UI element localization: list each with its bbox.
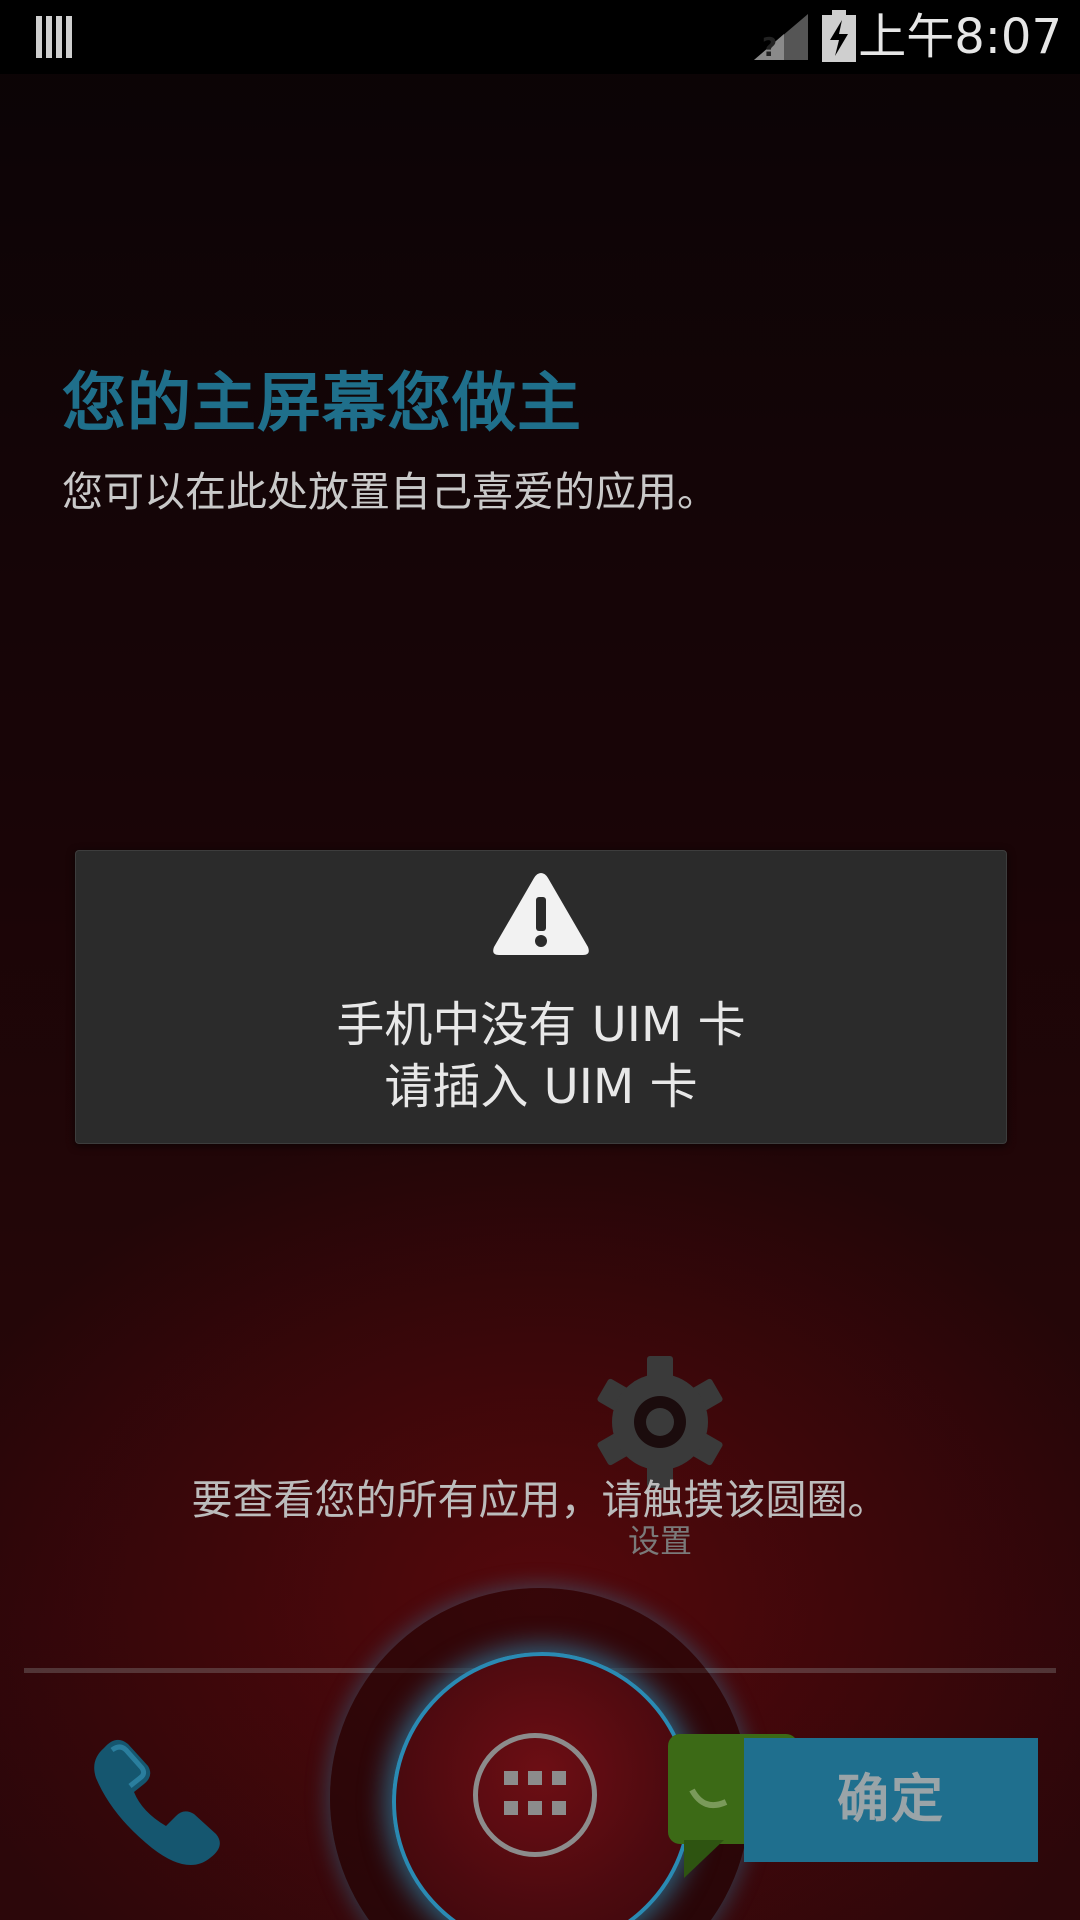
ok-button[interactable]: 确定 xyxy=(744,1738,1038,1862)
battery-charging-icon xyxy=(822,10,856,62)
home-hint-subtitle: 您可以在此处放置自己喜爱的应用。 xyxy=(62,468,718,516)
svg-text:?: ? xyxy=(762,33,777,60)
home-screen: ? 上午8:07 您的主屏幕您做主 您可以在此处放置自己喜爱的应用。 手机中没有… xyxy=(0,0,1080,1920)
storage-bars-icon xyxy=(36,16,72,58)
all-apps-button[interactable] xyxy=(473,1733,597,1857)
settings-label: 设置 xyxy=(627,1522,692,1560)
phone-icon[interactable] xyxy=(82,1726,232,1876)
all-apps-hint: 要查看您的所有应用，请触摸该圆圈。 xyxy=(191,1476,889,1524)
apps-grid-icon xyxy=(504,1771,566,1815)
home-hint-title: 您的主屏幕您做主 xyxy=(62,367,582,441)
status-bar: ? 上午8:07 xyxy=(0,0,1080,74)
status-clock: 上午8:07 xyxy=(858,9,1062,65)
no-sim-signal-icon: ? xyxy=(754,14,808,60)
warning-icon xyxy=(493,873,589,955)
toast-message-line1: 手机中没有 UIM 卡 xyxy=(336,997,746,1053)
no-uim-toast: 手机中没有 UIM 卡 请插入 UIM 卡 xyxy=(75,850,1007,1144)
toast-message-line2: 请插入 UIM 卡 xyxy=(384,1059,698,1115)
